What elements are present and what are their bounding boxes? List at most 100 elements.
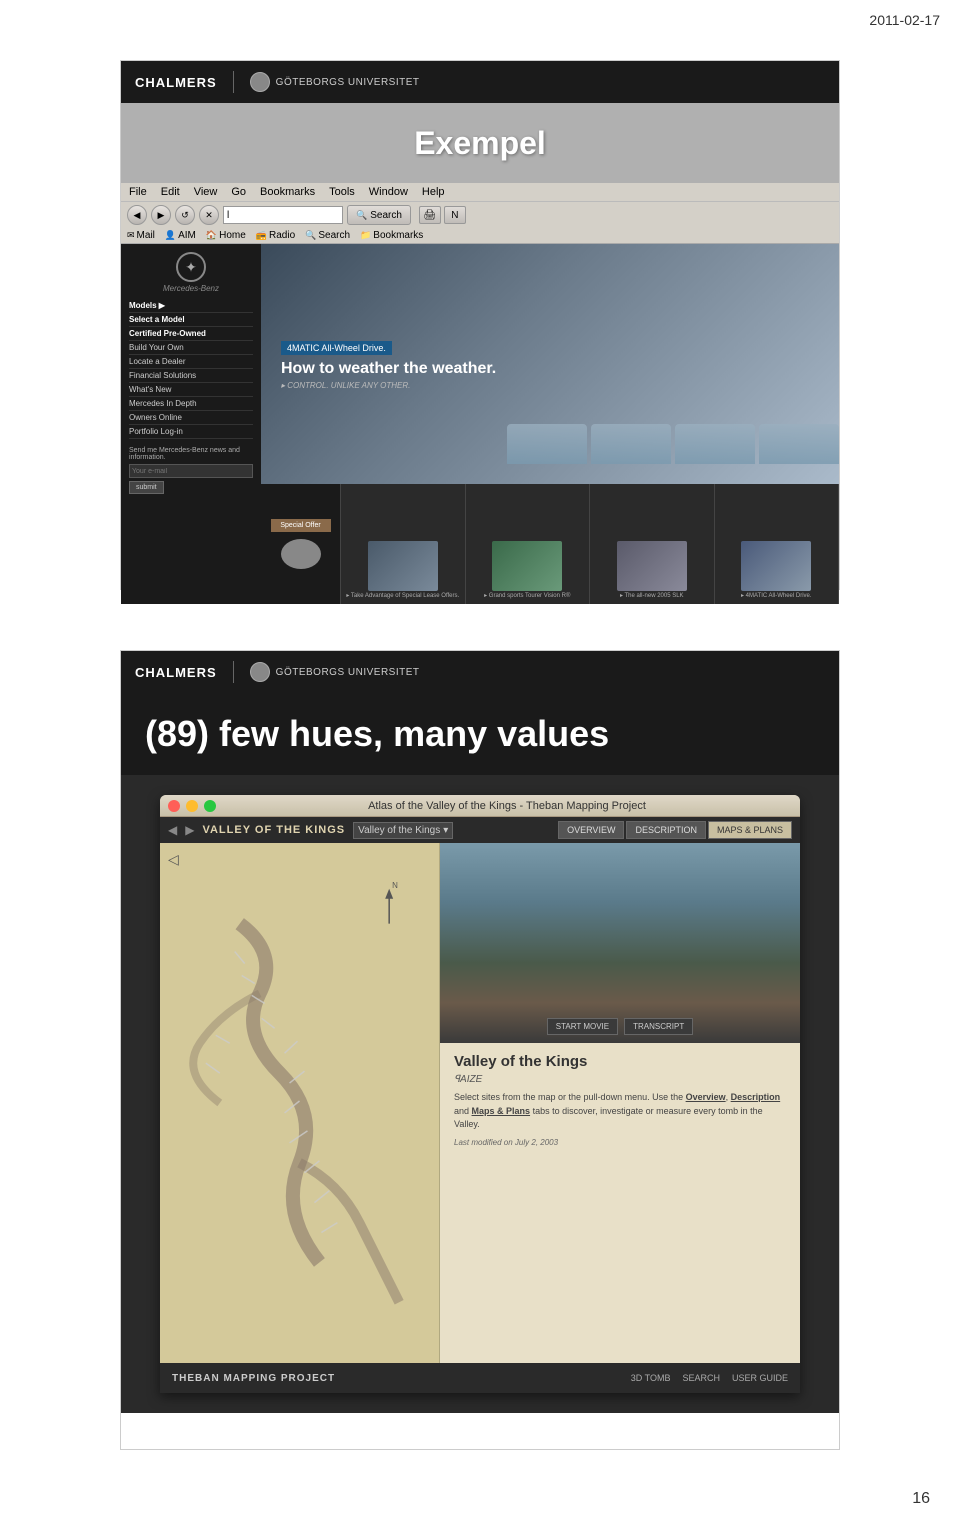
- mb-small-emblem: [281, 539, 321, 569]
- mac-window-title: Atlas of the Valley of the Kings - Theba…: [222, 800, 792, 812]
- tab-overview[interactable]: OVERVIEW: [558, 821, 624, 839]
- mac-nav-dropdown[interactable]: Valley of the Kings ▾: [353, 822, 453, 839]
- info-site-name: Valley of the Kings: [454, 1053, 786, 1070]
- slide2-title: (89) few hues, many values: [145, 713, 815, 755]
- menu-view[interactable]: View: [194, 186, 218, 198]
- address-bar-input[interactable]: [223, 206, 343, 224]
- menu-tools[interactable]: Tools: [329, 186, 355, 198]
- dropdown-label: Valley of the Kings: [358, 825, 440, 836]
- mac-close-button[interactable]: [168, 800, 180, 812]
- mb-menu-select[interactable]: Select a Model: [129, 313, 253, 327]
- stop-button[interactable]: ✕: [199, 205, 219, 225]
- highlight-overview: Overview: [686, 1092, 726, 1102]
- forward-button[interactable]: ▶: [151, 205, 171, 225]
- mb-menu-locate[interactable]: Locate a Dealer: [129, 355, 253, 369]
- mb-email-area: Send me Mercedes-Benz news and informati…: [129, 447, 253, 494]
- thumb-img-2: [492, 541, 562, 591]
- menu-file[interactable]: File: [129, 186, 147, 198]
- mac-info-text: Valley of the Kings ꟼAIZE Select sites f…: [440, 1043, 800, 1363]
- goteborg-emblem-icon-2: [250, 662, 270, 682]
- slide-header-1: CHALMERS GÖTEBORGS UNIVERSITET: [121, 61, 839, 103]
- mb-menu-build[interactable]: Build Your Own: [129, 341, 253, 355]
- mac-back-arrow[interactable]: ◀: [168, 823, 177, 837]
- info-site-subtitle: ꟼAIZE: [454, 1074, 786, 1085]
- start-movie-button[interactable]: START MOVIE: [547, 1018, 618, 1035]
- slide-title-area: Exempel: [121, 103, 839, 183]
- bm-mail[interactable]: ✉ Mail: [127, 230, 155, 241]
- thumb-3[interactable]: ▸ The all-new 2005 SLK: [590, 484, 715, 604]
- mb-menu-portfolio[interactable]: Portfolio Log-in: [129, 425, 253, 439]
- mb-email-input[interactable]: [129, 464, 253, 478]
- info-description: Select sites from the map or the pull-do…: [454, 1091, 786, 1132]
- header-divider-2: [233, 661, 234, 683]
- bm-aim[interactable]: 👤 AIM: [165, 230, 196, 241]
- mac-zoom-button[interactable]: [204, 800, 216, 812]
- mac-minimize-button[interactable]: [186, 800, 198, 812]
- mb-menu-certified[interactable]: Certified Pre-Owned: [129, 327, 253, 341]
- mercedes-sidebar: ✦ Mercedes-Benz Models ▶ Select a Model …: [121, 244, 261, 604]
- footer-link-search[interactable]: SEARCH: [682, 1373, 720, 1383]
- mb-menu-models[interactable]: Models ▶: [129, 299, 253, 313]
- thumb-2[interactable]: ▸ Grand sports Tourer Vision R®: [466, 484, 591, 604]
- menu-help[interactable]: Help: [422, 186, 445, 198]
- hero-badge: 4MATIC All-Wheel Drive.: [281, 341, 392, 355]
- printer-area: 🖨 N: [419, 206, 466, 224]
- mb-logo-text: Mercedes-Benz: [129, 284, 253, 293]
- goteborg-emblem-icon: [250, 72, 270, 92]
- back-button[interactable]: ◀: [127, 205, 147, 225]
- mb-menu-owners[interactable]: Owners Online: [129, 411, 253, 425]
- header-divider: [233, 71, 234, 93]
- car-2: [591, 424, 671, 464]
- bottom-thumbnails: ▸ Take Advantage of Special Lease Offers…: [341, 484, 839, 604]
- highlight-description: Description: [731, 1092, 781, 1102]
- bookmarks-icon: 📁: [360, 230, 371, 241]
- transcript-button[interactable]: TRANSCRIPT: [624, 1018, 693, 1035]
- bm-home[interactable]: 🏠 Home: [206, 230, 246, 241]
- search-button[interactable]: 🔍 Search: [347, 205, 411, 225]
- bm-bookmarks[interactable]: 📁 Bookmarks: [360, 230, 423, 241]
- goteborg-text-2: GÖTEBORGS UNIVERSITET: [276, 667, 420, 678]
- bm-radio[interactable]: 📻 Radio: [256, 230, 295, 241]
- mercedes-logo: ✦ Mercedes-Benz: [129, 252, 253, 293]
- mb-menu-new[interactable]: What's New: [129, 383, 253, 397]
- hero-tagline: ▸ CONTROL. UNLIKE ANY OTHER.: [281, 381, 496, 390]
- thumb-text-1: ▸ Take Advantage of Special Lease Offers…: [346, 593, 459, 600]
- thumb-4[interactable]: ▸ 4MATIC All-Wheel Drive.: [715, 484, 840, 604]
- mac-nav-bar: ◀ ▶ VALLEY OF THE KINGS Valley of the Ki…: [160, 817, 800, 843]
- slide-title: Exempel: [414, 125, 546, 162]
- special-offer-area: Special Offer: [261, 484, 341, 604]
- network-icon[interactable]: N: [444, 206, 466, 224]
- special-offer-badge[interactable]: Special Offer: [271, 519, 331, 532]
- mb-submit-button[interactable]: submit: [129, 481, 164, 494]
- menu-bookmarks[interactable]: Bookmarks: [260, 186, 315, 198]
- cars-strip: [507, 424, 839, 464]
- menu-edit[interactable]: Edit: [161, 186, 180, 198]
- mb-menu-financial[interactable]: Financial Solutions: [129, 369, 253, 383]
- thumb-text-2: ▸ Grand sports Tourer Vision R®: [484, 593, 570, 600]
- search-button-label: Search: [370, 210, 402, 221]
- bm-radio-label: Radio: [269, 230, 295, 241]
- goteborg-text: GÖTEBORGS UNIVERSITET: [276, 77, 420, 88]
- menu-go[interactable]: Go: [231, 186, 246, 198]
- mac-site-name: VALLEY OF THE KINGS: [202, 824, 345, 836]
- highlight-maps: Maps & Plans: [472, 1106, 531, 1116]
- browser-chrome: File Edit View Go Bookmarks Tools Window…: [121, 183, 839, 244]
- menu-window[interactable]: Window: [369, 186, 408, 198]
- mercedes-main: Search 4MATIC All-Wheel Drive. How to we…: [261, 244, 839, 604]
- mb-menu-indepth[interactable]: Mercedes In Depth: [129, 397, 253, 411]
- mac-forward-arrow[interactable]: ▶: [185, 823, 194, 837]
- mac-map-area: ◁: [160, 843, 440, 1363]
- reload-button[interactable]: ↺: [175, 205, 195, 225]
- slide-2: CHALMERS GÖTEBORGS UNIVERSITET (89) few …: [120, 650, 840, 1450]
- mb-email-label: Send me Mercedes-Benz news and informati…: [129, 447, 240, 461]
- printer-icon[interactable]: 🖨: [419, 206, 441, 224]
- bm-search[interactable]: 🔍 Search: [305, 230, 350, 241]
- tab-description[interactable]: DESCRIPTION: [626, 821, 706, 839]
- footer-link-userguide[interactable]: USER GUIDE: [732, 1373, 788, 1383]
- map-back-arrow-icon[interactable]: ◁: [168, 851, 179, 868]
- bm-mail-label: Mail: [137, 230, 155, 241]
- footer-link-3dtomb[interactable]: 3D TOMB: [631, 1373, 671, 1383]
- car-1: [507, 424, 587, 464]
- thumb-1[interactable]: ▸ Take Advantage of Special Lease Offers…: [341, 484, 466, 604]
- tab-maps-plans[interactable]: MAPS & PLANS: [708, 821, 792, 839]
